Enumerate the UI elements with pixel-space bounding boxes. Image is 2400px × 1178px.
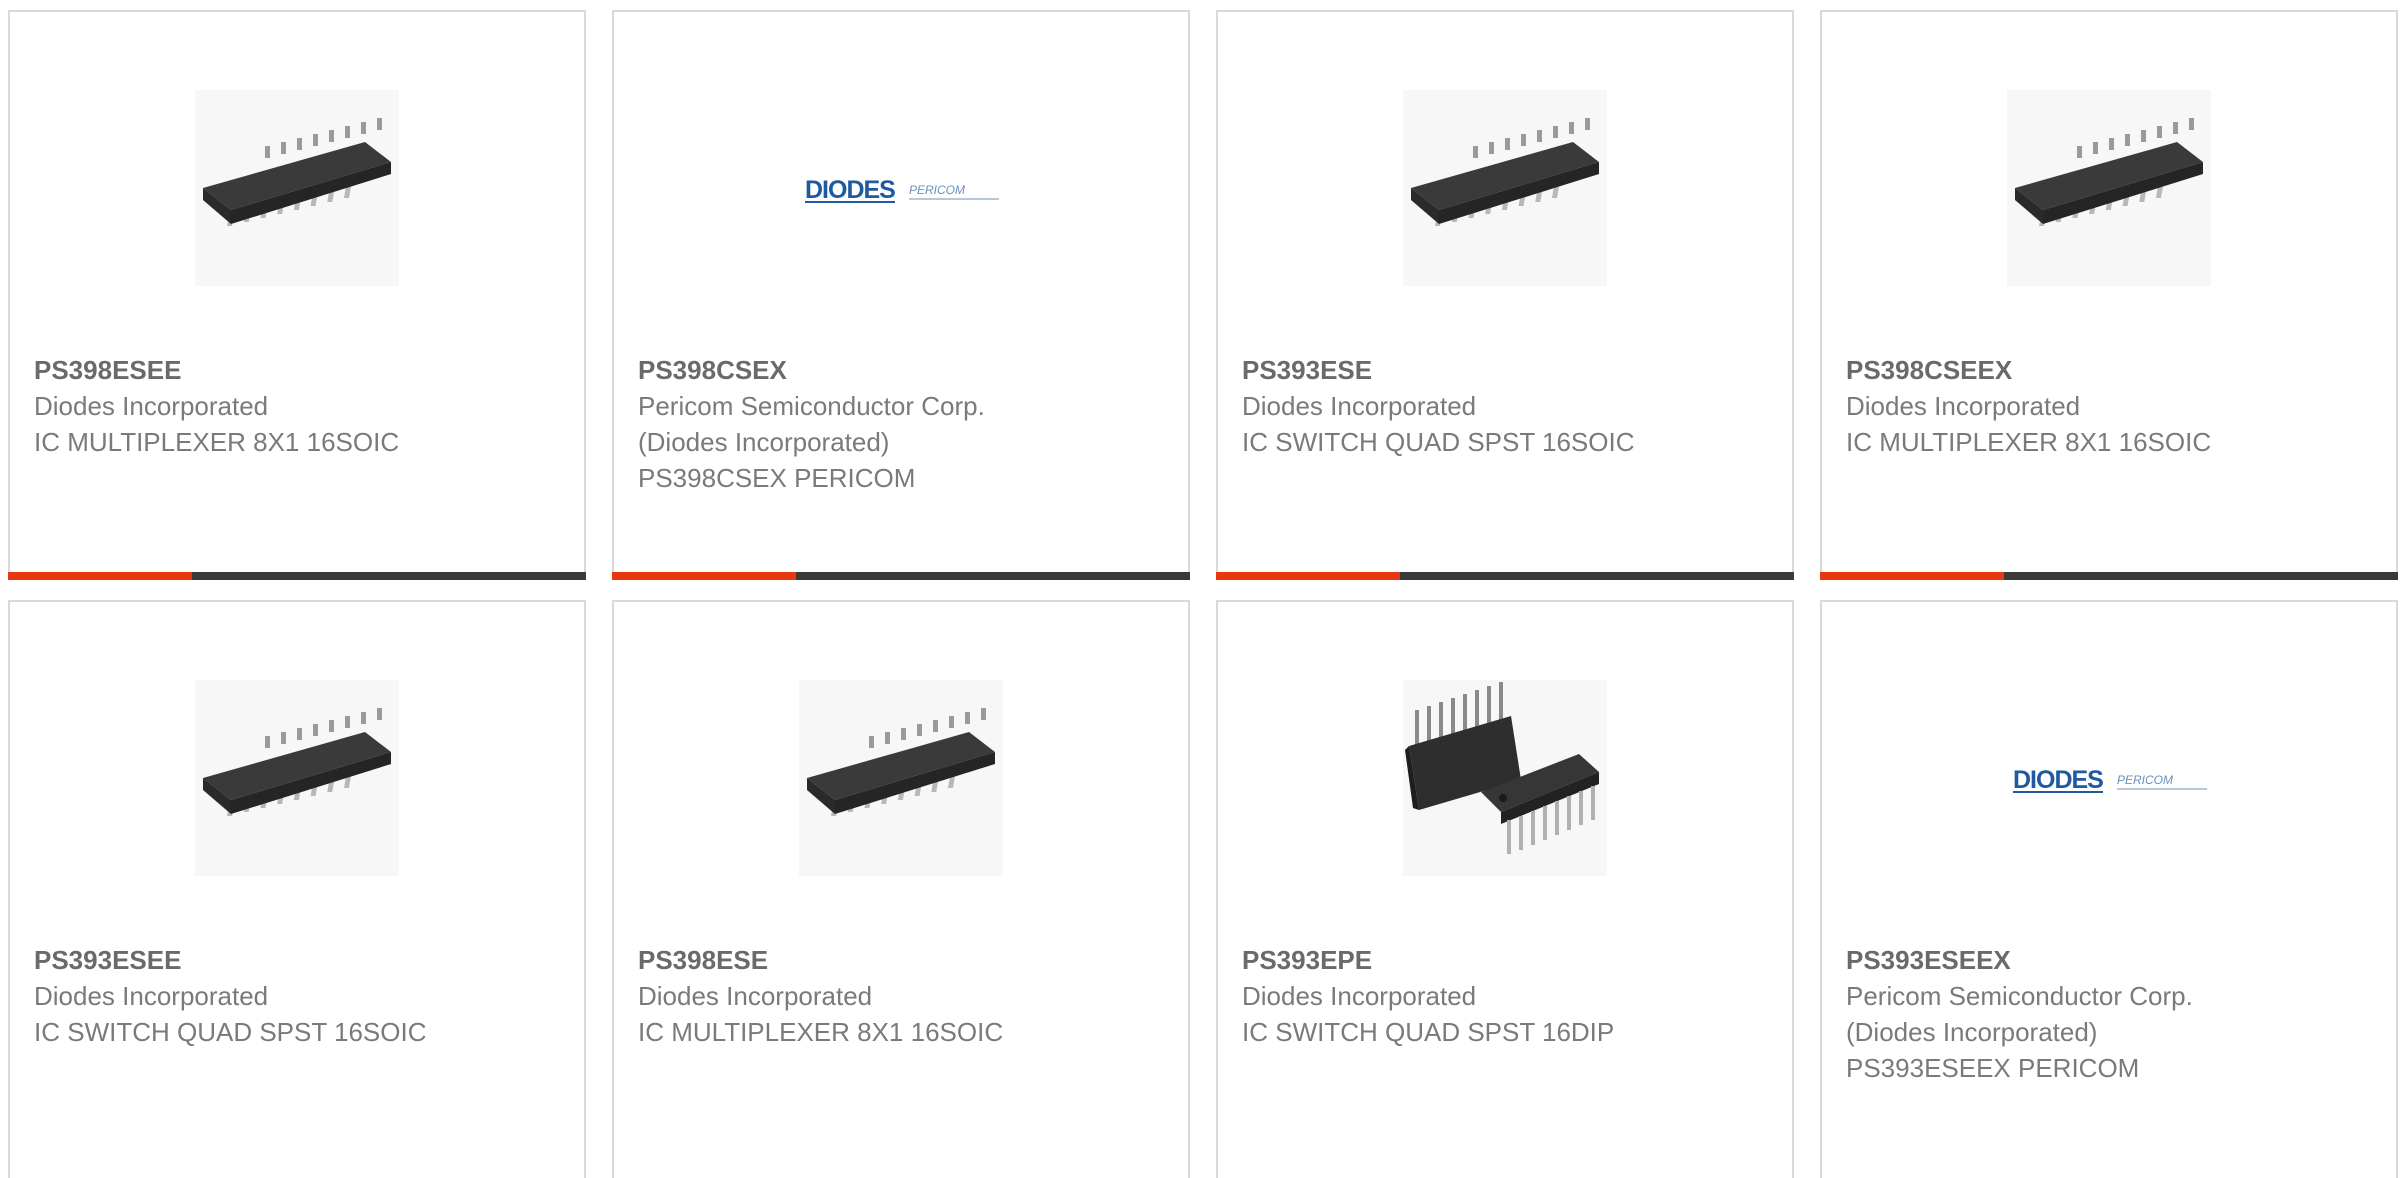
- description: PS393ESEEX PERICOM: [1846, 1053, 2140, 1083]
- product-card[interactable]: DIODES PERICOM PS398CSEX Pericom Semicon…: [612, 10, 1190, 580]
- diodes-pericom-logo: DIODES PERICOM: [799, 90, 1003, 286]
- logo-pericom-text: PERICOM: [2117, 773, 2173, 787]
- card-footer-bar: [612, 572, 1190, 580]
- product-card[interactable]: PS398ESE Diodes Incorporated IC MULTIPLE…: [612, 600, 1190, 1178]
- product-info: PS393ESEEX Pericom Semiconductor Corp. (…: [1846, 942, 2376, 1086]
- description: IC SWITCH QUAD SPST 16SOIC: [34, 1017, 427, 1047]
- card-footer-bar: [1216, 572, 1794, 580]
- part-number[interactable]: PS398ESE: [638, 942, 1168, 978]
- logo-pericom-text: PERICOM: [909, 183, 965, 197]
- part-number[interactable]: PS393ESE: [1242, 352, 1772, 388]
- manufacturer-parent: (Diodes Incorporated): [638, 427, 890, 457]
- soic-16-chip-icon: [195, 680, 399, 876]
- manufacturer: Diodes Incorporated: [638, 981, 873, 1011]
- manufacturer: Diodes Incorporated: [34, 981, 269, 1011]
- description: IC SWITCH QUAD SPST 16SOIC: [1242, 427, 1635, 457]
- product-grid: PS398ESEE Diodes Incorporated IC MULTIPL…: [8, 10, 2400, 580]
- manufacturer: Pericom Semiconductor Corp.: [1846, 981, 2193, 1011]
- description: PS398CSEX PERICOM: [638, 463, 916, 493]
- product-card[interactable]: DIODES PERICOM PS393ESEEX Pericom Semico…: [1820, 600, 2398, 1178]
- description: IC MULTIPLEXER 8X1 16SOIC: [638, 1017, 1004, 1047]
- product-info: PS393EPE Diodes Incorporated IC SWITCH Q…: [1242, 942, 1772, 1050]
- product-info: PS398ESE Diodes Incorporated IC MULTIPLE…: [638, 942, 1168, 1050]
- card-footer-accent: [1216, 572, 1400, 580]
- soic-16-chip-icon: [2007, 90, 2211, 286]
- manufacturer: Diodes Incorporated: [1846, 391, 2081, 421]
- part-number[interactable]: PS393EPE: [1242, 942, 1772, 978]
- product-info: PS398CSEEX Diodes Incorporated IC MULTIP…: [1846, 352, 2376, 460]
- description: IC MULTIPLEXER 8X1 16SOIC: [34, 427, 400, 457]
- part-number[interactable]: PS398ESEE: [34, 352, 564, 388]
- soic-16-chip-icon: [1403, 90, 1607, 286]
- card-footer-accent: [612, 572, 796, 580]
- manufacturer-parent: (Diodes Incorporated): [1846, 1017, 2098, 1047]
- card-footer-accent: [8, 572, 192, 580]
- manufacturer: Diodes Incorporated: [34, 391, 269, 421]
- product-card[interactable]: PS393EPE Diodes Incorporated IC SWITCH Q…: [1216, 600, 1794, 1178]
- card-footer-bar: [8, 572, 586, 580]
- description: IC MULTIPLEXER 8X1 16SOIC: [1846, 427, 2212, 457]
- product-info: PS393ESEE Diodes Incorporated IC SWITCH …: [34, 942, 564, 1050]
- card-footer-accent: [1820, 572, 2004, 580]
- description: IC SWITCH QUAD SPST 16DIP: [1242, 1017, 1615, 1047]
- product-card[interactable]: PS393ESE Diodes Incorporated IC SWITCH Q…: [1216, 10, 1794, 580]
- product-grid-row-2: PS393ESEE Diodes Incorporated IC SWITCH …: [8, 600, 2400, 1178]
- logo-diodes-text: DIODES: [805, 176, 895, 204]
- diodes-pericom-logo: DIODES PERICOM: [2007, 680, 2211, 876]
- part-number[interactable]: PS398CSEX: [638, 352, 1168, 388]
- dip-16-chip-icon: [1403, 680, 1607, 876]
- manufacturer: Pericom Semiconductor Corp.: [638, 391, 985, 421]
- part-number[interactable]: PS398CSEEX: [1846, 352, 2376, 388]
- part-number[interactable]: PS393ESEEX: [1846, 942, 2376, 978]
- manufacturer: Diodes Incorporated: [1242, 981, 1477, 1011]
- manufacturer: Diodes Incorporated: [1242, 391, 1477, 421]
- logo-diodes-text: DIODES: [2013, 766, 2103, 794]
- product-card[interactable]: PS398ESEE Diodes Incorporated IC MULTIPL…: [8, 10, 586, 580]
- soic-16-chip-icon: [799, 680, 1003, 876]
- product-card[interactable]: PS398CSEEX Diodes Incorporated IC MULTIP…: [1820, 10, 2398, 580]
- product-info: PS398CSEX Pericom Semiconductor Corp. (D…: [638, 352, 1168, 496]
- product-info: PS393ESE Diodes Incorporated IC SWITCH Q…: [1242, 352, 1772, 460]
- part-number[interactable]: PS393ESEE: [34, 942, 564, 978]
- card-footer-bar: [1820, 572, 2398, 580]
- soic-16-chip-icon: [195, 90, 399, 286]
- product-info: PS398ESEE Diodes Incorporated IC MULTIPL…: [34, 352, 564, 460]
- product-card[interactable]: PS393ESEE Diodes Incorporated IC SWITCH …: [8, 600, 586, 1178]
